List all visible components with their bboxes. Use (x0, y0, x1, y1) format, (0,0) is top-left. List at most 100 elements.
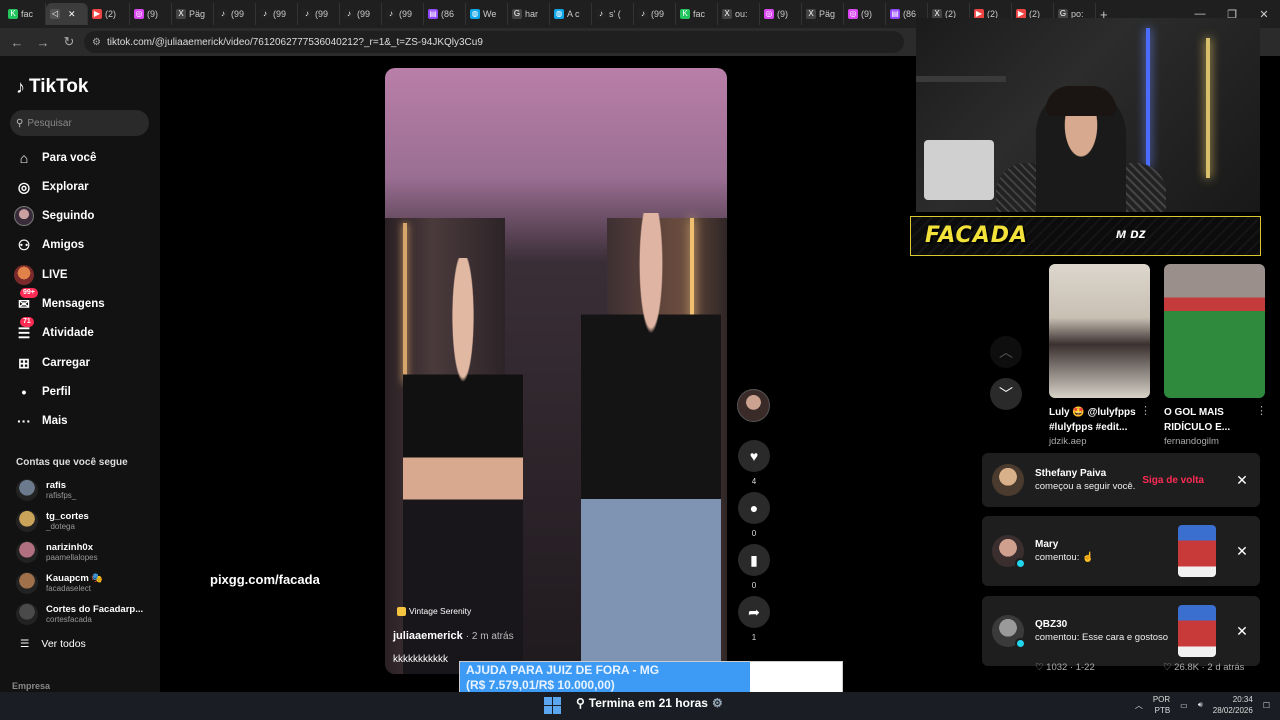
save-button[interactable]: ▮ (738, 544, 770, 576)
recommendation-card-title[interactable]: O GOL MAIS RIDÍCULO E... (1164, 405, 1254, 435)
like-button[interactable]: ♥ (738, 440, 770, 472)
notification-follow[interactable]: Sthefany Paiva começou a seguir você. Si… (982, 453, 1260, 507)
followed-account[interactable]: tg_cortes _dotega (16, 507, 156, 535)
browser-tab[interactable]: ▤ (86 (424, 3, 466, 25)
tab-title: (99 (651, 9, 665, 19)
messages-icon: ✉ 99+ (14, 288, 38, 314)
close-tab-icon[interactable]: ✕ (68, 9, 76, 20)
author-avatar[interactable] (737, 389, 770, 422)
forward-icon[interactable]: → (32, 31, 54, 53)
tab-favicon-icon: ♪ (596, 9, 606, 19)
browser-tab[interactable]: Xou: (718, 3, 760, 25)
tab-favicon-icon: ▤ (890, 9, 900, 19)
notification-comment[interactable]: Mary comentou: ☝️ ✕ (982, 516, 1260, 586)
close-icon[interactable]: ✕ (1234, 472, 1250, 489)
taskbar-search[interactable]: ⚲ Termina em 21 horas ⚙ (576, 696, 723, 710)
browser-tab[interactable]: ♪ (99 (634, 3, 676, 25)
tab-favicon-icon: ▤ (428, 9, 438, 19)
browser-tab[interactable]: ◍ A c (550, 3, 592, 25)
sidebar-item-explorar[interactable]: ◎ Explorar (14, 175, 154, 199)
notification-comment[interactable]: QBZ30 comentou: Esse cara e gostoso ✕ (982, 596, 1260, 666)
card-more-icon[interactable]: ⋮ (1140, 404, 1151, 417)
url-field[interactable]: ⚙ tiktok.com/@juliaaemerick/video/761206… (84, 31, 904, 53)
account-name: rafis (46, 480, 67, 491)
browser-tab[interactable]: X Päg (172, 3, 214, 25)
previous-video-button[interactable]: ︿ (990, 336, 1022, 368)
sidebar-item-atividade[interactable]: ☰ 71 Atividade (14, 317, 154, 345)
notification-user: Sthefany Paiva (1035, 467, 1107, 479)
browser-tab[interactable]: Ghar (508, 3, 550, 25)
sidebar-item-para-voc-[interactable]: ⌂ Para você (14, 146, 154, 170)
windows-start-icon[interactable] (544, 697, 561, 714)
notification-center-icon[interactable]: ☐ (1263, 701, 1270, 710)
browser-tab[interactable]: Kfac (676, 3, 718, 25)
streamer-webcam (916, 18, 1260, 212)
webcam-shelf (916, 76, 1006, 82)
card-more-icon[interactable]: ⋮ (1256, 404, 1267, 417)
browser-tab[interactable]: ◎ (9) (844, 3, 886, 25)
browser-tab[interactable]: ♪ (99 (298, 3, 340, 25)
video-player[interactable]: Vintage Serenity juliaaemerick · 2 m atr… (385, 68, 727, 674)
sidebar-item-label: Perfil (42, 386, 71, 398)
volume-icon[interactable]: 🔊︎ (1198, 700, 1203, 710)
network-icon[interactable]: ▭ (1180, 701, 1188, 710)
clock[interactable]: 20:34 28/02/2026 (1213, 694, 1253, 716)
language-indicator[interactable]: POR PTB (1153, 694, 1170, 716)
browser-tab[interactable]: ◁ ✕ (46, 3, 88, 25)
video-author[interactable]: juliaaemerick · 2 m atrás (393, 630, 514, 642)
close-icon[interactable]: ✕ (1234, 543, 1250, 560)
comment-button[interactable]: ● (738, 492, 770, 524)
notification-video-thumbnail[interactable] (1178, 525, 1216, 577)
browser-tab[interactable]: ♪ (99 (214, 3, 256, 25)
followed-account[interactable]: rafis rafisfps_ (16, 476, 156, 504)
browser-tab[interactable]: X Päg (802, 3, 844, 25)
follow-back-button[interactable]: Siga de volta (1142, 475, 1204, 486)
followed-account[interactable]: Kauapcm 🎭 facadaselect (16, 569, 156, 597)
sidebar-item-mensagens[interactable]: ✉ 99+ Mensagens (14, 288, 154, 316)
avatar (16, 479, 38, 501)
recommendation-card-user[interactable]: jdzik.aep (1049, 436, 1087, 447)
sidebar-item-live[interactable]: LIVE (14, 263, 154, 287)
footer-company-link[interactable]: Empresa (12, 681, 50, 691)
recommendation-card-user[interactable]: fernandogilm (1164, 436, 1219, 447)
browser-tab[interactable]: ▶ (2) (88, 3, 130, 25)
next-video-button[interactable]: ﹀ (990, 378, 1022, 410)
browser-tab[interactable]: ♪ (99 (382, 3, 424, 25)
tab-title: (9) (147, 9, 158, 19)
taskbar-search-text: Termina em 21 horas (588, 696, 708, 710)
recommendation-card-thumbnail[interactable] (1049, 264, 1150, 398)
browser-tab[interactable]: Kfac (4, 3, 46, 25)
close-icon[interactable]: ✕ (1234, 623, 1250, 640)
search-input[interactable]: ⚲ Pesquisar (10, 110, 149, 136)
music-tag[interactable]: Vintage Serenity (397, 606, 471, 616)
tab-favicon-icon: ♪ (386, 9, 396, 19)
tiktok-logo[interactable]: ♪ TikTok (16, 76, 88, 98)
site-info-icon[interactable]: ⚙ (92, 37, 101, 48)
browser-tab[interactable]: ♪ (99 (256, 3, 298, 25)
followed-account[interactable]: Cortes do Facadarp... cortesfacada (16, 600, 156, 628)
recommendation-card-thumbnail[interactable] (1164, 264, 1265, 398)
chevron-up-icon[interactable]: ︿ (1135, 700, 1143, 711)
back-icon[interactable]: ← (6, 31, 28, 53)
followed-account[interactable]: narizinh0x paamellalopes (16, 538, 156, 566)
verified-icon (1015, 638, 1026, 649)
sidebar-item-carregar[interactable]: ⊞ Carregar (14, 351, 154, 375)
see-all-link[interactable]: ☰ Ver todos (20, 638, 86, 650)
account-handle: paamellalopes (46, 553, 98, 562)
sidebar-item-perfil[interactable]: • Perfil (14, 380, 154, 404)
tab-title: (86 (441, 9, 455, 19)
reload-icon[interactable]: ↻ (58, 31, 80, 53)
browser-tab[interactable]: ◍ We (466, 3, 508, 25)
browser-tab[interactable]: ◎ (9) (130, 3, 172, 25)
notification-video-thumbnail[interactable] (1178, 605, 1216, 657)
recommendation-card-title[interactable]: Luly 🤩 @lulyfpps #lulyfpps #edit... (1049, 405, 1149, 435)
share-button[interactable]: ➦ (738, 596, 770, 628)
sidebar-item-label: Para você (42, 152, 97, 164)
account-handle: rafisfps_ (46, 491, 77, 500)
sidebar-item-amigos[interactable]: ⚇ Amigos (14, 233, 154, 257)
sidebar-item-seguindo[interactable]: Seguindo (14, 204, 154, 228)
browser-tab[interactable]: ♪ (99 (340, 3, 382, 25)
browser-tab[interactable]: ♪ s' ( (592, 3, 634, 25)
sidebar-item-mais[interactable]: ··· Mais (14, 409, 154, 433)
browser-tab[interactable]: ◎ (9) (760, 3, 802, 25)
